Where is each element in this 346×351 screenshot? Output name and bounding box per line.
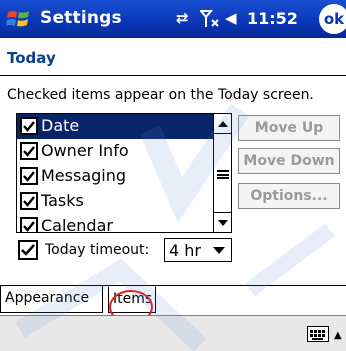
list-item-label: Owner Info xyxy=(41,141,129,160)
list-item[interactable]: Tasks xyxy=(17,189,213,214)
chevron-down-icon xyxy=(213,247,225,254)
options-button[interactable]: Options... xyxy=(238,183,340,209)
list-scrollbar[interactable] xyxy=(213,114,231,232)
sync-icon[interactable]: ⇄ xyxy=(176,9,189,27)
keyboard-icon[interactable] xyxy=(307,326,329,342)
instructions-text: Checked items appear on the Today screen… xyxy=(7,87,314,103)
grip-icon xyxy=(217,170,229,179)
scroll-thumb[interactable] xyxy=(214,134,231,212)
tab-appearance[interactable]: Appearance xyxy=(0,286,103,313)
check-icon xyxy=(23,221,35,232)
check-icon xyxy=(23,171,35,182)
menu-bar: ▲ xyxy=(0,315,346,351)
page-header: Today xyxy=(0,38,346,76)
list-item[interactable]: Messaging xyxy=(17,164,213,189)
input-menu-arrow-icon[interactable]: ▲ xyxy=(334,330,342,341)
move-down-button[interactable]: Move Down xyxy=(238,148,340,174)
ok-button[interactable]: ok xyxy=(319,4,346,34)
move-up-button[interactable]: Move Up xyxy=(238,115,340,141)
tab-bar: Appearance Items xyxy=(0,285,346,317)
timeout-label: Today timeout: xyxy=(45,242,150,258)
item-checkbox[interactable] xyxy=(20,167,38,185)
item-checkbox[interactable] xyxy=(20,192,38,210)
volume-icon[interactable]: ◀ xyxy=(225,9,237,27)
list-rows: Date Owner Info Messaging Tasks Calendar xyxy=(17,114,213,233)
check-icon xyxy=(23,121,35,132)
signal-off-icon[interactable] xyxy=(198,9,222,33)
list-item[interactable]: Owner Info xyxy=(17,139,213,164)
list-item-label: Date xyxy=(41,116,80,135)
arrow-up-icon xyxy=(218,121,228,127)
arrow-down-icon xyxy=(218,220,228,226)
today-items-list[interactable]: Date Owner Info Messaging Tasks Calendar xyxy=(16,113,232,233)
keyboard-keys-icon xyxy=(310,330,325,340)
scroll-up-button[interactable] xyxy=(214,114,231,134)
clock[interactable]: 11:52 xyxy=(247,9,298,28)
item-checkbox[interactable] xyxy=(20,117,38,135)
check-icon xyxy=(23,146,35,157)
timeout-value: 4 hr xyxy=(169,241,201,260)
header-divider xyxy=(0,75,346,76)
scroll-down-button[interactable] xyxy=(214,212,231,232)
list-item[interactable]: Date xyxy=(17,114,213,139)
item-checkbox[interactable] xyxy=(20,217,38,232)
list-item-label: Calendar xyxy=(41,216,113,233)
list-item-label: Tasks xyxy=(41,191,84,210)
start-menu-icon[interactable] xyxy=(6,7,32,31)
check-icon xyxy=(21,244,35,256)
list-item[interactable]: Calendar xyxy=(17,214,213,233)
list-item-label: Messaging xyxy=(41,166,127,185)
page-title: Today xyxy=(7,49,56,67)
title-bar: Settings ⇄ ◀ 11:52 ok xyxy=(0,0,346,38)
timeout-select[interactable]: 4 hr xyxy=(164,238,232,262)
window-title: Settings xyxy=(40,8,122,28)
item-checkbox[interactable] xyxy=(20,142,38,160)
timeout-checkbox[interactable] xyxy=(18,240,38,260)
check-icon xyxy=(23,196,35,207)
